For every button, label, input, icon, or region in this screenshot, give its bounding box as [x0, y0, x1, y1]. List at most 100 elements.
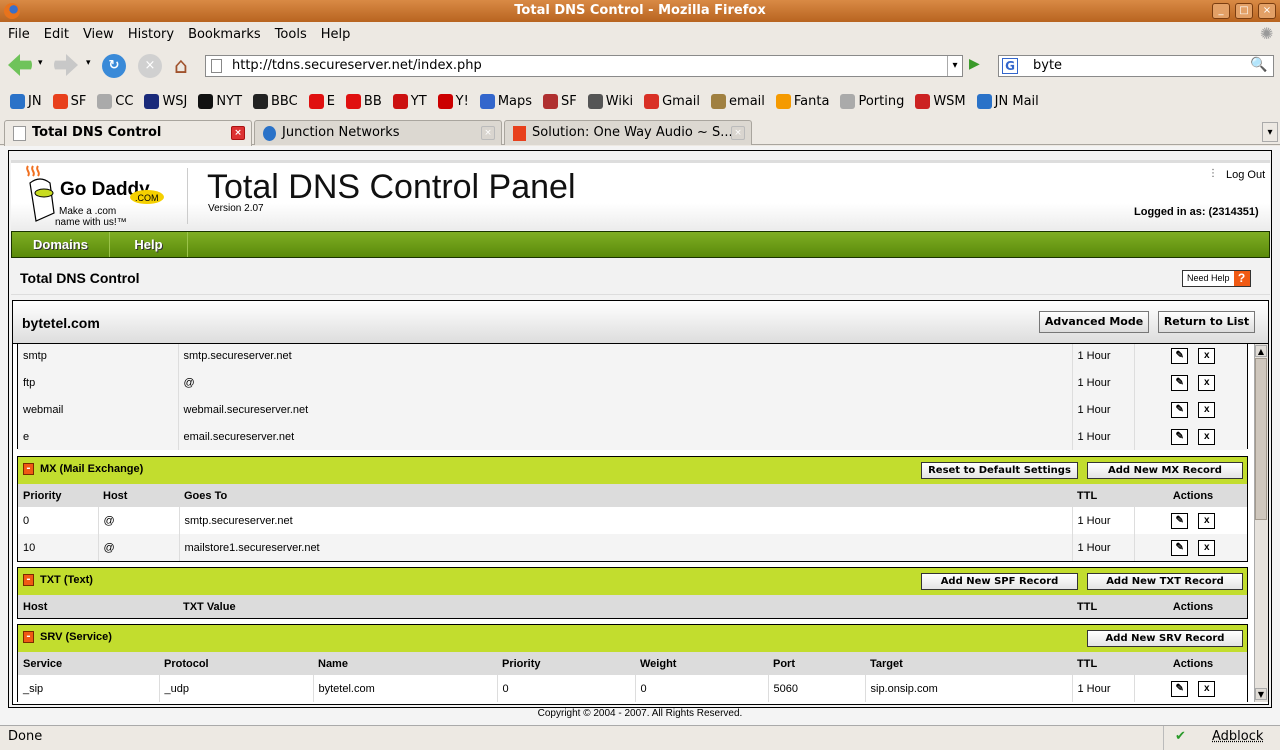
delete-icon[interactable]: x	[1198, 401, 1216, 418]
advanced-mode-button[interactable]: Advanced Mode	[1039, 311, 1149, 333]
close-tab-icon[interactable]: ×	[481, 126, 495, 140]
bookmark-yt[interactable]: YT	[392, 93, 427, 109]
nav-help[interactable]: Help	[110, 232, 188, 257]
logout-link[interactable]: Log Out	[1226, 169, 1265, 181]
close-window-button[interactable]: ×	[1258, 3, 1276, 19]
delete-icon[interactable]: x	[1198, 428, 1216, 445]
column-header-host: Host	[98, 484, 179, 507]
scroll-up-icon[interactable]: ▲	[1255, 345, 1267, 357]
collapse-icon[interactable]: -	[23, 631, 34, 643]
menu-view[interactable]: View	[83, 27, 114, 42]
menu-edit[interactable]: Edit	[44, 27, 69, 42]
mx-title: MX (Mail Exchange)	[40, 463, 144, 475]
svg-text:Make a .com: Make a .com	[59, 206, 116, 217]
delete-icon[interactable]: x	[1198, 539, 1216, 556]
bookmark-email[interactable]: email	[711, 93, 765, 109]
edit-icon[interactable]: ✎	[1171, 347, 1189, 364]
help-icon: ?	[1233, 271, 1250, 286]
table-cell: @	[97, 534, 179, 561]
bookmark-favicon-icon	[253, 93, 269, 109]
bookmark-porting[interactable]: Porting	[840, 93, 904, 109]
menu-file[interactable]: File	[8, 27, 30, 42]
scroll-down-icon[interactable]: ▼	[1255, 688, 1267, 700]
bookmark-label: Maps	[497, 93, 533, 109]
need-help-label: Need Help	[1187, 273, 1230, 283]
scrollbar-thumb[interactable]	[1255, 358, 1267, 520]
collapse-icon[interactable]: -	[23, 574, 34, 586]
maximize-button[interactable]: □	[1235, 3, 1253, 19]
bookmark-e[interactable]: E	[308, 93, 335, 109]
edit-icon[interactable]: ✎	[1171, 428, 1189, 445]
godaddy-logo[interactable]: Go Daddy .COM Make a .com name with us!™	[22, 163, 172, 228]
bookmark-bb[interactable]: BB	[345, 93, 382, 109]
delete-icon[interactable]: x	[1198, 374, 1216, 391]
collapse-icon[interactable]: -	[23, 463, 34, 475]
tab-label: Junction Networks	[282, 125, 400, 140]
minimize-button[interactable]: _	[1212, 3, 1230, 19]
edit-icon[interactable]: ✎	[1171, 680, 1189, 697]
bookmark-gmail[interactable]: Gmail	[644, 93, 700, 109]
back-history-dropdown-icon[interactable]: ▾	[38, 58, 43, 68]
tab-junction-networks[interactable]: Junction Networks ×	[254, 120, 502, 145]
search-icon[interactable]: 🔍	[1250, 57, 1267, 73]
edit-icon[interactable]: ✎	[1171, 539, 1189, 556]
table-row: e email.secureserver.net 1 Hour ✎ x	[18, 423, 1247, 450]
delete-icon[interactable]: x	[1198, 680, 1216, 697]
table-cell: 1 Hour	[1071, 507, 1134, 534]
stop-icon[interactable]: ×	[138, 54, 162, 78]
edit-icon[interactable]: ✎	[1171, 512, 1189, 529]
bookmarks-toolbar: JN SF CC WSJ NYT BBC E BB YT Y! Maps SF Wiki Gmail ema…	[0, 88, 1280, 114]
adblock-button[interactable]: Adblock	[1212, 726, 1263, 748]
menu-bookmarks[interactable]: Bookmarks	[188, 27, 261, 42]
go-icon[interactable]: ▶	[969, 56, 980, 72]
url-input[interactable]: http://tdns.secureserver.net/index.php	[205, 55, 963, 77]
home-icon[interactable]: ⌂	[174, 54, 188, 79]
edit-icon[interactable]: ✎	[1171, 401, 1189, 418]
bookmark-y-[interactable]: Y!	[437, 93, 469, 109]
bookmark-sf[interactable]: SF	[52, 93, 87, 109]
bookmark-label: Wiki	[605, 93, 634, 109]
bookmark-jn-mail[interactable]: JN Mail	[976, 93, 1039, 109]
table-cell: email.secureserver.net	[177, 423, 1072, 450]
bookmark-maps[interactable]: Maps	[479, 93, 533, 109]
tab-label: Total DNS Control	[32, 125, 162, 140]
bookmark-favicon-icon	[144, 93, 160, 109]
tab-total-dns-control[interactable]: Total DNS Control ×	[4, 120, 252, 146]
delete-icon[interactable]: x	[1198, 512, 1216, 529]
security-check-icon[interactable]: ✔	[1163, 726, 1197, 750]
add-srv-record-button[interactable]: Add New SRV Record	[1087, 630, 1243, 647]
delete-icon[interactable]: x	[1198, 347, 1216, 364]
return-to-list-button[interactable]: Return to List	[1158, 311, 1255, 333]
need-help-button[interactable]: Need Help?	[1182, 270, 1251, 287]
bookmark-wiki[interactable]: Wiki	[587, 93, 634, 109]
bookmark-jn[interactable]: JN	[10, 93, 42, 109]
menu-history[interactable]: History	[128, 27, 174, 42]
bookmark-fanta[interactable]: Fanta	[775, 93, 829, 109]
reload-icon[interactable]: ↻	[102, 54, 126, 78]
search-input[interactable]: byte	[998, 55, 1274, 77]
close-tab-icon[interactable]: ×	[731, 126, 745, 140]
bookmark-label: JN Mail	[994, 93, 1039, 109]
tab-solution-one-way-audio[interactable]: Solution: One Way Audio ~ S... ×	[504, 120, 752, 145]
menu-tools[interactable]: Tools	[275, 27, 307, 42]
google-search-engine-icon[interactable]: G	[1002, 58, 1018, 74]
tab-list-dropdown-icon[interactable]: ▾	[1262, 122, 1278, 142]
edit-icon[interactable]: ✎	[1171, 374, 1189, 391]
add-mx-record-button[interactable]: Add New MX Record	[1087, 462, 1243, 479]
reset-default-button[interactable]: Reset to Default Settings	[921, 462, 1078, 479]
bookmark-bbc[interactable]: BBC	[253, 93, 298, 109]
bookmark-wsj[interactable]: WSJ	[144, 93, 187, 109]
url-dropdown-icon[interactable]: ▾	[947, 56, 962, 76]
menu-help[interactable]: Help	[321, 27, 351, 42]
nav-domains[interactable]: Domains	[12, 232, 110, 257]
bookmark-nyt[interactable]: NYT	[198, 93, 243, 109]
add-spf-record-button[interactable]: Add New SPF Record	[921, 573, 1078, 590]
bookmark-label: NYT	[216, 93, 243, 109]
bookmark-sf[interactable]: SF	[543, 93, 577, 109]
bookmark-cc[interactable]: CC	[97, 93, 133, 109]
bookmark-wsm[interactable]: WSM	[915, 93, 966, 109]
bookmark-label: SF	[70, 93, 87, 109]
add-txt-record-button[interactable]: Add New TXT Record	[1087, 573, 1243, 590]
forward-history-dropdown-icon[interactable]: ▾	[86, 58, 91, 68]
close-tab-icon[interactable]: ×	[231, 126, 245, 140]
